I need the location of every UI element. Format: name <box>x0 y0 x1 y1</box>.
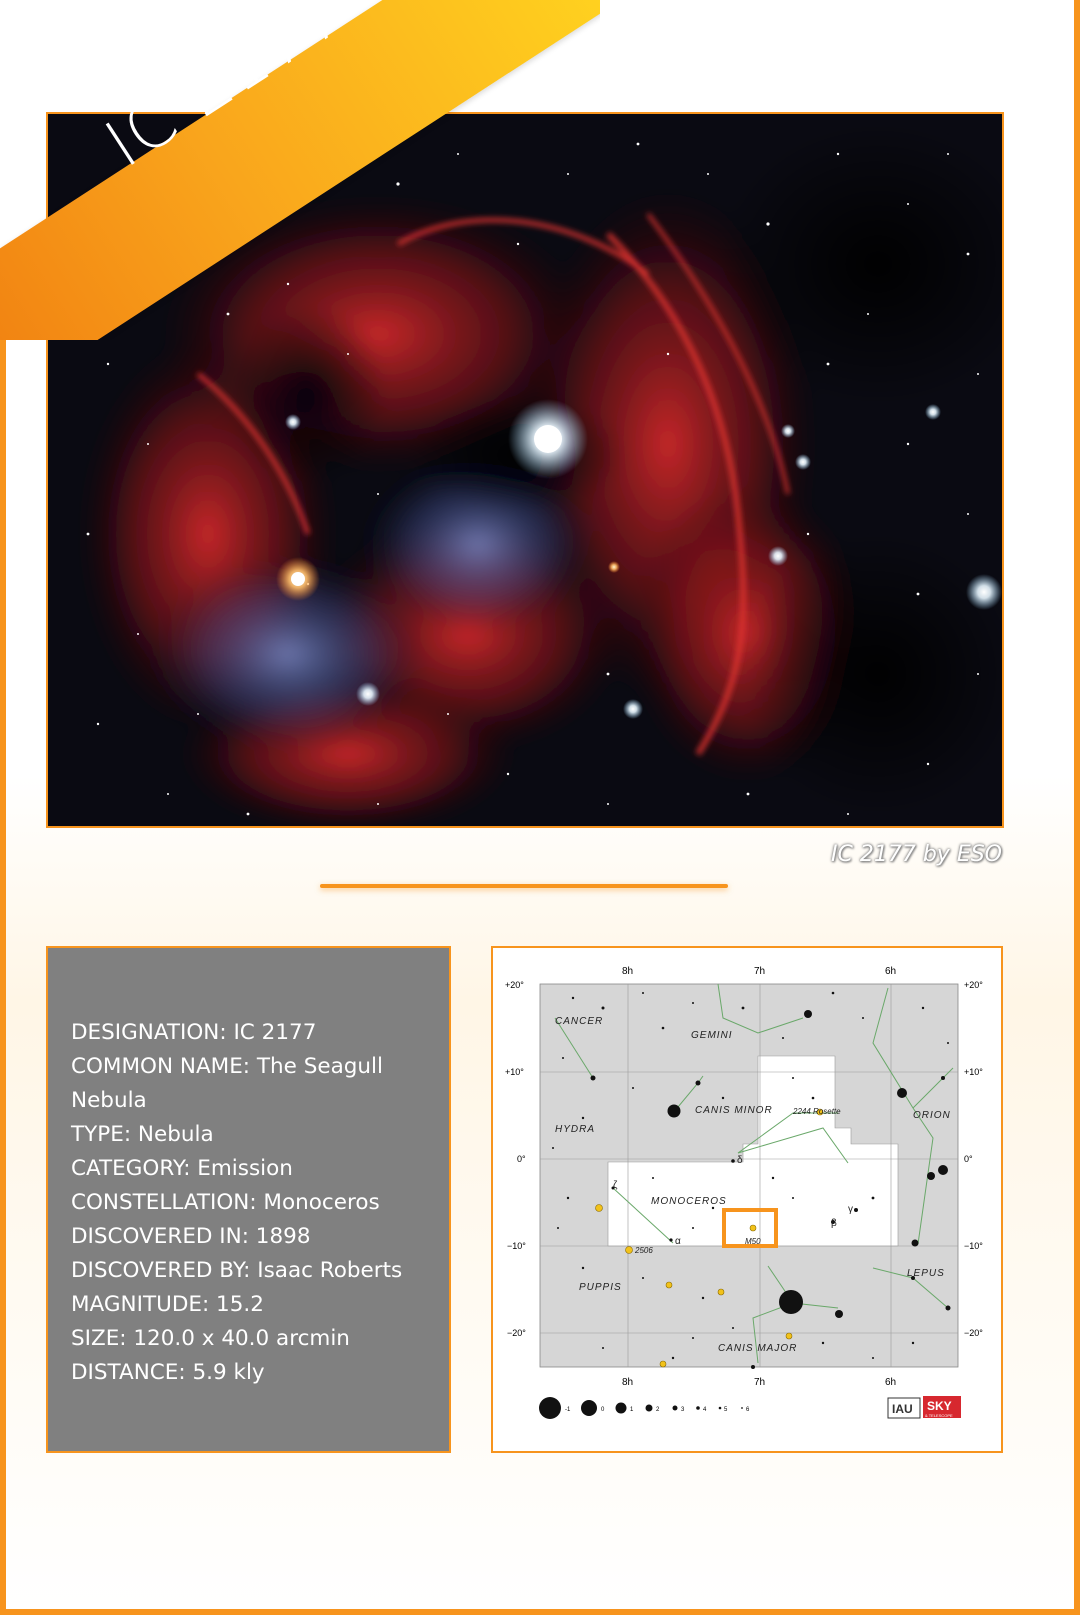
ra-top-8h: 8h <box>622 966 633 977</box>
mag-label-3: 3 <box>681 1407 685 1413</box>
label-monoceros: MONOCEROS <box>651 1196 727 1207</box>
dec-right-0: 0° <box>964 1154 973 1164</box>
dec-right-p20: +20° <box>964 980 983 990</box>
greek-beta: β <box>831 1218 837 1229</box>
label-orion: ORION <box>913 1110 951 1121</box>
label-m50: M50 <box>745 1237 761 1246</box>
info-constellation: CONSTELLATION: Monoceros <box>71 1190 380 1215</box>
section-divider <box>320 884 728 888</box>
ra-bottom-7h: 7h <box>754 1377 765 1388</box>
label-cancer: CANCER <box>555 1016 603 1027</box>
info-common-name-cont: Nebula <box>71 1088 147 1113</box>
dec-right-p10: +10° <box>964 1067 983 1077</box>
dec-right-m10: −10° <box>964 1241 983 1251</box>
star-chart-map: 8h 7h 6h 8h 7h 6h +20° +10° 0° −10° −20°… <box>505 966 983 1419</box>
info-distance: DISTANCE: 5.9 kly <box>71 1360 265 1385</box>
magnitude-legend: -1 0 1 2 3 4 5 6 <box>539 1397 750 1419</box>
dec-left-p20: +20° <box>505 980 524 990</box>
label-2506: 2506 <box>634 1246 653 1255</box>
info-panel: DESIGNATION: IC 2177 COMMON NAME: The Se… <box>46 946 451 1453</box>
mag-label-4: 4 <box>703 1407 707 1413</box>
label-gemini: GEMINI <box>691 1030 733 1041</box>
ra-bottom-6h: 6h <box>885 1377 896 1388</box>
telescope-logo-text: & TELESCOPE <box>925 1413 953 1418</box>
info-category: CATEGORY: Emission <box>71 1156 293 1181</box>
star-chart: 8h 7h 6h 8h 7h 6h +20° +10° 0° −10° −20°… <box>491 946 1003 1453</box>
dec-left-m20: −20° <box>507 1328 526 1338</box>
ra-top-7h: 7h <box>754 966 765 977</box>
info-designation: DESIGNATION: IC 2177 <box>71 1020 317 1045</box>
info-discovered-by: DISCOVERED BY: Isaac Roberts <box>71 1258 403 1283</box>
dec-left-m10: −10° <box>507 1241 526 1251</box>
label-puppis: PUPPIS <box>579 1282 622 1293</box>
info-discovered-in: DISCOVERED IN: 1898 <box>71 1224 311 1249</box>
ra-top-6h: 6h <box>885 966 896 977</box>
dec-right-m20: −20° <box>964 1328 983 1338</box>
sky-logo-text: SKY <box>927 1399 952 1413</box>
mag-label-m1: -1 <box>565 1407 571 1413</box>
chart-logos: IAU SKY & TELESCOPE <box>887 1396 961 1419</box>
label-canis-major: CANIS MAJOR <box>718 1343 797 1354</box>
mag-label-6: 6 <box>746 1407 750 1413</box>
mag-label-0: 0 <box>601 1407 605 1413</box>
greek-zeta: ζ <box>613 1180 618 1191</box>
info-common-name: COMMON NAME: The Seagull <box>71 1054 383 1079</box>
iau-logo-text: IAU <box>892 1402 913 1416</box>
greek-alpha: α <box>675 1236 681 1247</box>
label-lepus: LEPUS <box>907 1268 945 1279</box>
dec-left-p10: +10° <box>505 1067 524 1077</box>
label-hydra: HYDRA <box>555 1124 595 1135</box>
info-magnitude: MAGNITUDE: 15.2 <box>71 1292 264 1317</box>
label-2244-rosette: 2244 Rosette <box>792 1107 841 1116</box>
label-canis-minor: CANIS MINOR <box>695 1105 773 1116</box>
mag-label-5: 5 <box>724 1407 728 1413</box>
info-list: DESIGNATION: IC 2177 COMMON NAME: The Se… <box>71 1016 435 1390</box>
dec-left-0: 0° <box>517 1154 526 1164</box>
photo-credit: IC 2177 by ESO <box>831 842 1002 867</box>
mag-label-2: 2 <box>656 1407 660 1413</box>
ra-bottom-8h: 8h <box>622 1377 633 1388</box>
mag-label-1: 1 <box>630 1407 634 1413</box>
info-size: SIZE: 120.0 x 40.0 arcmin <box>71 1326 350 1351</box>
info-type: TYPE: Nebula <box>71 1122 214 1147</box>
greek-delta: δ <box>737 1155 743 1166</box>
greek-gamma: γ <box>848 1204 853 1215</box>
page-frame-left <box>0 300 6 1615</box>
